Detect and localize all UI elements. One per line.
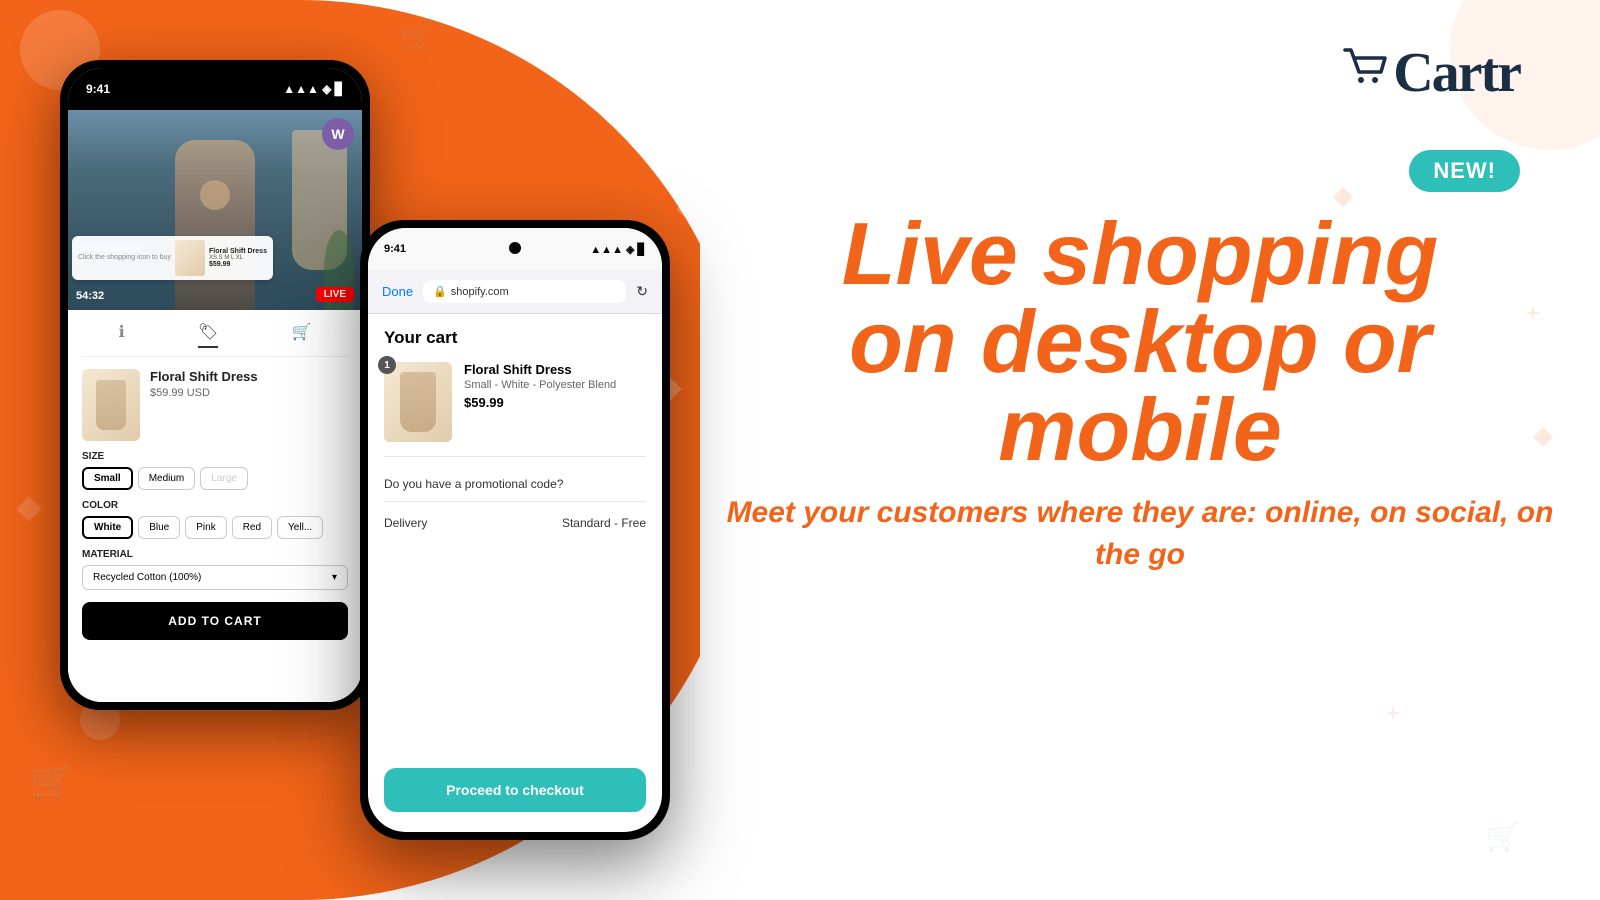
browser-url: shopify.com xyxy=(451,286,509,298)
size-medium[interactable]: Medium xyxy=(138,467,196,490)
product-name: Floral Shift Dress xyxy=(150,369,258,384)
avatar-circle: W xyxy=(322,118,354,150)
product-info-row: Floral Shift Dress $59.99 USD xyxy=(82,369,348,441)
phone2-screen: 9:41 ▲▲▲ ◈ ▊ Done 🔒 shopify.com ↻ Your c… xyxy=(368,228,662,832)
phone1-product-section: ℹ 🏷 🛒 Floral Shift Dress $5 xyxy=(68,310,362,652)
phone2-content: Your cart 1 Floral Shift Dress Small - W… xyxy=(368,314,662,832)
logo-area: Cartr xyxy=(1339,40,1520,105)
cart-item-name: Floral Shift Dress xyxy=(464,362,646,377)
phone2-time: 9:41 xyxy=(384,243,406,255)
deco-right-cart: 🛒 xyxy=(1485,820,1520,853)
cart-item-image: 1 xyxy=(384,362,452,442)
headline-line3: mobile xyxy=(998,380,1282,479)
cart-qty-badge: 1 xyxy=(378,356,396,374)
size-options: Small Medium Large xyxy=(82,467,348,490)
new-badge: NEW! xyxy=(1409,150,1520,192)
material-label: MATERIAL xyxy=(82,549,348,560)
avatar-initial: W xyxy=(331,126,344,142)
browser-done-button[interactable]: Done xyxy=(382,284,413,299)
subheadline: Meet your customers where they are: onli… xyxy=(720,492,1560,576)
popup-click-hint: Click the shopping icon to buy xyxy=(78,254,171,261)
person-body xyxy=(175,140,255,310)
color-options: White Blue Pink Red Yell... xyxy=(82,516,348,539)
color-blue[interactable]: Blue xyxy=(138,516,180,539)
phone2: 9:41 ▲▲▲ ◈ ▊ Done 🔒 shopify.com ↻ Your c… xyxy=(360,220,670,840)
color-label: COLOR xyxy=(82,500,348,511)
cart-title: Your cart xyxy=(384,328,646,348)
phone1-time: 9:41 xyxy=(86,82,110,96)
lock-icon: 🔒 xyxy=(433,285,447,298)
size-label: SIZE xyxy=(82,451,348,462)
logo-text: Cartr xyxy=(1393,41,1520,105)
popup-name: Floral Shift Dress xyxy=(209,248,267,255)
promo-section[interactable]: Do you have a promotional code? xyxy=(384,467,646,502)
phone1: 9:41 ▲▲▲ ◈ ▊ xyxy=(60,60,370,710)
headline-main: Live shopping on desktop or mobile xyxy=(720,210,1560,474)
delivery-label: Delivery xyxy=(384,516,427,530)
size-small[interactable]: Small xyxy=(82,467,133,490)
logo-cart-icon xyxy=(1339,40,1391,105)
add-to-cart-button[interactable]: ADD TO CART xyxy=(82,602,348,640)
phone1-signal: ▲▲▲ ◈ ▊ xyxy=(283,82,344,96)
delivery-value: Standard - Free xyxy=(562,516,646,530)
color-white[interactable]: White xyxy=(82,516,133,539)
delivery-row: Delivery Standard - Free xyxy=(384,512,646,534)
product-price: $59.99 USD xyxy=(150,387,258,399)
phone2-signal: ▲▲▲ ◈ ▊ xyxy=(590,243,646,256)
color-pink[interactable]: Pink xyxy=(185,516,226,539)
cart-item-price: $59.99 xyxy=(464,395,646,410)
promo-label: Do you have a promotional code? xyxy=(384,477,563,491)
material-value: Recycled Cotton (100%) xyxy=(93,572,201,583)
headline-line2: on desktop or xyxy=(849,292,1431,391)
product-popup[interactable]: Click the shopping icon to buy Floral Sh… xyxy=(72,236,273,280)
popup-price: $59.99 xyxy=(209,261,267,268)
headline-line1: Live shopping xyxy=(842,204,1438,303)
product-info: Floral Shift Dress $59.99 USD xyxy=(150,369,258,399)
phone2-status-bar: 9:41 ▲▲▲ ◈ ▊ xyxy=(368,228,662,270)
cart-item: 1 Floral Shift Dress Small - White - Pol… xyxy=(384,362,646,457)
phone1-tabs: ℹ 🏷 🛒 xyxy=(82,322,348,357)
size-large[interactable]: Large xyxy=(200,467,248,490)
color-yellow[interactable]: Yell... xyxy=(277,516,323,539)
popup-product-img xyxy=(175,240,205,276)
phone1-screen: 9:41 ▲▲▲ ◈ ▊ xyxy=(68,68,362,702)
dropdown-chevron: ▾ xyxy=(332,572,337,583)
refresh-icon[interactable]: ↻ xyxy=(636,283,648,300)
product-thumbnail xyxy=(82,369,140,441)
livestream-image: @WillowBoutique Click the shopping icon … xyxy=(68,110,362,310)
cart-item-details: Floral Shift Dress Small - White - Polye… xyxy=(464,362,646,410)
color-red[interactable]: Red xyxy=(232,516,272,539)
tab-tag[interactable]: 🏷 xyxy=(198,322,218,348)
material-dropdown[interactable]: Recycled Cotton (100%) ▾ xyxy=(82,565,348,590)
browser-url-bar: 🔒 shopify.com xyxy=(423,280,626,303)
phone1-content: @WillowBoutique Click the shopping icon … xyxy=(68,110,362,702)
live-badge: LIVE xyxy=(316,287,354,302)
cart-item-variant: Small - White - Polyester Blend xyxy=(464,379,646,391)
deco-plus-2: + xyxy=(1386,700,1400,728)
headline-area: Live shopping on desktop or mobile Meet … xyxy=(720,210,1560,576)
checkout-button[interactable]: Proceed to checkout xyxy=(384,768,646,812)
phones-area: 9:41 ▲▲▲ ◈ ▊ xyxy=(20,20,770,880)
tab-info[interactable]: ℹ xyxy=(119,322,125,348)
tab-cart[interactable]: 🛒 xyxy=(291,322,311,348)
popup-product-info: Floral Shift Dress XS S M L XL $59.99 xyxy=(209,248,267,268)
phone2-browser-bar: Done 🔒 shopify.com ↻ xyxy=(368,270,662,314)
stream-timer: 54:32 xyxy=(76,290,104,302)
person-head xyxy=(200,180,230,210)
phone1-notch xyxy=(165,68,265,96)
phone2-notch xyxy=(509,242,521,254)
